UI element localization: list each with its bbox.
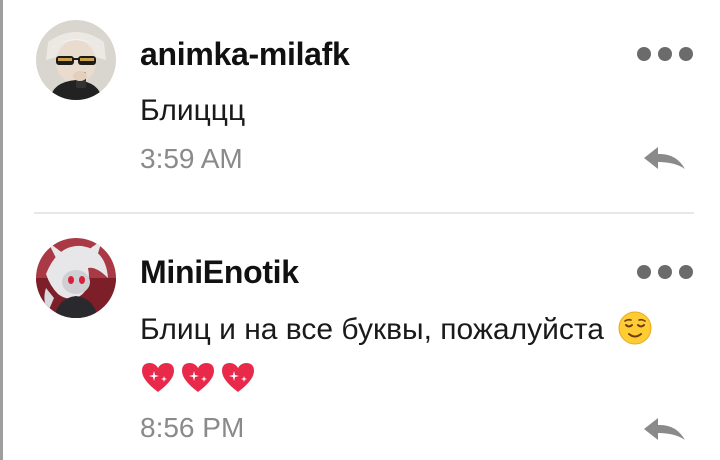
comment-timestamp: 8:56 PM — [140, 412, 245, 443]
sparkling-heart-emoji — [222, 363, 254, 392]
reply-button[interactable] — [642, 414, 688, 444]
comment-username[interactable]: MiniEnotik — [140, 254, 299, 291]
more-options-button[interactable] — [637, 262, 693, 282]
comment-username[interactable]: animka-milafk — [140, 36, 350, 73]
more-dots-icon — [637, 47, 651, 61]
comment-item: MiniEnotik Блиц и на все буквы, пожалуйс… — [0, 214, 720, 460]
comment-text: Блиц и на все буквы, пожалуйста — [140, 310, 652, 350]
more-dots-icon — [637, 265, 651, 279]
more-dots-icon — [679, 265, 693, 279]
sparkling-heart-emoji — [142, 363, 174, 392]
sparkling-heart-emoji — [182, 363, 214, 392]
reply-arrow-icon — [644, 147, 685, 169]
comment-item: animka-milafk Блиццц 3:59 AM — [0, 0, 720, 212]
comment-timestamp: 3:59 AM — [140, 143, 243, 174]
reply-arrow-icon — [644, 418, 685, 440]
user-avatar-icon[interactable] — [36, 20, 116, 100]
more-dots-icon — [679, 47, 693, 61]
comments-screen: animka-milafk Блиццц 3:59 AM MiniEnotik … — [0, 0, 720, 460]
emoji-row — [140, 360, 256, 394]
more-dots-icon — [658, 47, 672, 61]
comment-message-text: Блиц и на все буквы, пожалуйста — [140, 313, 604, 346]
more-dots-icon — [658, 265, 672, 279]
more-options-button[interactable] — [637, 44, 693, 64]
reply-button[interactable] — [642, 143, 688, 173]
comment-text: Блиццц — [140, 94, 246, 127]
relieved-face-emoji — [618, 311, 652, 345]
user-avatar-icon[interactable] — [36, 238, 116, 318]
